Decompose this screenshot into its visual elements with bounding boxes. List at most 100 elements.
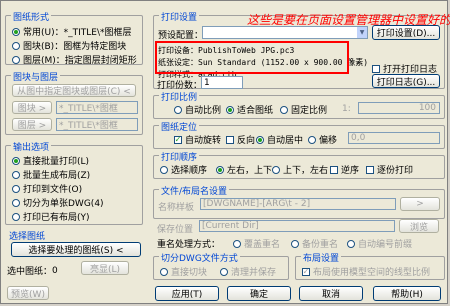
block-layer-title: 图块与图层 (11, 70, 61, 83)
output-options-title: 输出选项 (11, 140, 52, 153)
overwrite-option-autonumber[interactable]: 自动编号前缀 (347, 237, 412, 250)
checkbox-icon (330, 165, 338, 174)
preview-button[interactable]: 预览(W) (7, 286, 49, 300)
layout-linetype-scale-checkbox[interactable]: ✓ 布局使用模型空间的线型比例 (302, 265, 430, 278)
cancel-button[interactable]: 取消 (299, 286, 363, 301)
radio-on-icon (216, 165, 224, 174)
auto-center-radio[interactable]: 自动居中 (256, 133, 303, 146)
order-option-tb-lr[interactable]: 上下，左右 (272, 163, 328, 176)
annotation-highlight-box (155, 41, 349, 74)
layer-button[interactable]: 图层 > (12, 118, 52, 131)
pick-from-drawing-button[interactable]: 从图中指定图块或图层(C) < (12, 84, 136, 97)
save-location-label: 保存位置 (157, 225, 194, 235)
split-option-clean-save[interactable]: 清理并保存 (220, 265, 276, 278)
name-format-input[interactable]: [DWGNAME]-[ARG\t - 2] (200, 198, 396, 210)
radio-off-icon (280, 105, 288, 114)
radio-off-icon (12, 170, 20, 179)
block-name-field[interactable]: *_TITLE\*图框 (56, 101, 138, 114)
chevron-right-icon: > (416, 199, 424, 209)
scale-option-auto[interactable]: 自动比例 (174, 103, 221, 116)
scale-option-fit[interactable]: 适合图纸 (226, 103, 273, 116)
print-scale-group: 打印比例 自动比例 适合图纸 固定比例 1: 100 (153, 90, 445, 119)
radio-off-icon (12, 55, 20, 64)
radio-off-icon (291, 239, 299, 248)
radio-off-icon (12, 41, 20, 50)
layout-style-option-layer[interactable]: 图层(M)：指定图层封闭矩形 (12, 53, 137, 66)
radio-off-icon (174, 105, 182, 114)
layout-style-option-common[interactable]: 常用(U)：*_TITLE\*图框层 (12, 25, 132, 38)
layout-style-option-block[interactable]: 图块(B)：图框为特定图块 (12, 39, 126, 52)
chevron-down-icon: ▼ (357, 27, 367, 38)
scale-option-fixed[interactable]: 固定比例 (280, 103, 327, 116)
checkbox-icon (372, 64, 380, 73)
block-button[interactable]: 图块 > (12, 101, 52, 114)
offset-input[interactable]: 0,0 (348, 132, 440, 144)
batch-plot-dialog: 图纸形式 常用(U)：*_TITLE\*图框层 图块(B)：图框为特定图块 图层… (0, 0, 450, 304)
ok-button[interactable]: 确定 (227, 286, 291, 301)
output-option-plot-existing-layouts[interactable]: 打印已有布局(Y) (12, 210, 90, 223)
radio-off-icon (160, 165, 168, 174)
radio-on-icon (160, 267, 168, 276)
file-names-group: 文件/布局名设置 名称样板 [DWGNAME]-[ARG\t - 2] > (153, 184, 445, 219)
print-log-button[interactable]: 打印日志(G)... (372, 74, 440, 88)
order-option-selection[interactable]: 选择顺序 (160, 163, 207, 176)
radio-off-icon (12, 198, 20, 207)
radio-on-icon (226, 105, 234, 114)
radio-off-icon (272, 165, 280, 174)
auto-rotate-checkbox[interactable]: ✓ 自动旋转 (174, 133, 221, 146)
save-location-input[interactable]: [Current Dir] (199, 220, 395, 232)
radio-off-icon (308, 135, 316, 144)
scale-value-label: 1: (342, 104, 351, 114)
print-scale-title: 打印比例 (159, 90, 200, 103)
radio-on-icon (12, 156, 20, 165)
layer-name-field[interactable]: *_TITLE\*图框 (56, 118, 138, 131)
apply-button[interactable]: 应用(T) (155, 286, 219, 301)
order-option-lr-tb[interactable]: 左右，上下 (216, 163, 272, 176)
split-dwg-group: 切分DWG文件方式 直接切块 清理并保存 (153, 251, 289, 280)
select-sheets-title: 选择图纸 (9, 232, 46, 242)
split-dwg-title: 切分DWG文件方式 (159, 251, 240, 264)
split-option-direct[interactable]: 直接切块 (160, 265, 207, 278)
browse-button[interactable]: 浏览 (399, 219, 439, 233)
radio-on-icon (12, 27, 20, 36)
selected-count: 选中图纸： 0 (7, 264, 58, 278)
print-order-group: 打印顺序 选择顺序 左右，上下 上下，左右 逆序 逐份打印 (153, 150, 445, 179)
print-order-title: 打印顺序 (159, 150, 200, 163)
output-option-split-dwg[interactable]: 切分为单张DWG(4) (12, 196, 104, 209)
sheet-position-title: 图纸定位 (159, 120, 200, 133)
help-button[interactable]: 帮助(H) (373, 286, 441, 301)
radio-on-icon (256, 135, 264, 144)
file-names-title: 文件/布局名设置 (159, 184, 230, 197)
collate-print-checkbox[interactable]: 逐份打印 (366, 163, 413, 176)
offset-radio[interactable]: 偏移 (308, 133, 337, 146)
overwrite-option-replace[interactable]: 覆盖重名 (233, 237, 280, 250)
highlight-button[interactable]: 亮显(L) (81, 261, 129, 275)
name-format-menu-button[interactable]: > (400, 197, 440, 211)
annotation-text: 这些是要在页面设置管理器中设置好的。 (247, 13, 450, 27)
checkbox-icon (366, 165, 374, 174)
scale-divisor-input[interactable]: 100 (358, 102, 440, 114)
check-icon: ✓ (174, 134, 182, 144)
overwrite-option-backup[interactable]: 备份重名 (291, 237, 338, 250)
radio-off-icon (347, 239, 355, 248)
layout-settings-group: 布局设置 ✓ 布局使用模型空间的线型比例 (295, 251, 445, 280)
output-options-group: 输出选项 直接批量打印(L) 批量生成布局(Z) 打印到文件(O) 切分为单张D… (5, 140, 143, 225)
layout-style-group: 图纸形式 常用(U)：*_TITLE\*图框层 图块(B)：图框为特定图块 图层… (5, 10, 143, 66)
selected-count-value: 0 (52, 265, 58, 276)
preset-label: 预设配置： (158, 31, 204, 41)
layout-style-title: 图纸形式 (11, 10, 52, 23)
output-option-generate-layouts[interactable]: 批量生成布局(Z) (12, 168, 90, 181)
reverse-order-checkbox[interactable]: 逆序 (330, 163, 359, 176)
copies-input[interactable]: 1 (201, 76, 243, 89)
radio-off-icon (12, 212, 20, 221)
select-sheets-button[interactable]: 选择要处理的图纸(S) < (11, 242, 141, 257)
check-icon: ✓ (302, 266, 310, 276)
radio-on-icon (233, 239, 241, 248)
output-option-plot-to-file[interactable]: 打印到文件(O) (12, 182, 82, 195)
output-option-direct-plot[interactable]: 直接批量打印(L) (12, 154, 89, 167)
block-layer-group: 图块与图层 从图中指定图块或图层(C) < 图块 > *_TITLE\*图框 图… (5, 70, 143, 135)
radio-off-icon (12, 184, 20, 193)
checkbox-icon (226, 135, 234, 144)
reverse-checkbox[interactable]: 反向 (226, 133, 255, 146)
selected-count-label: 选中图纸： (7, 267, 53, 277)
